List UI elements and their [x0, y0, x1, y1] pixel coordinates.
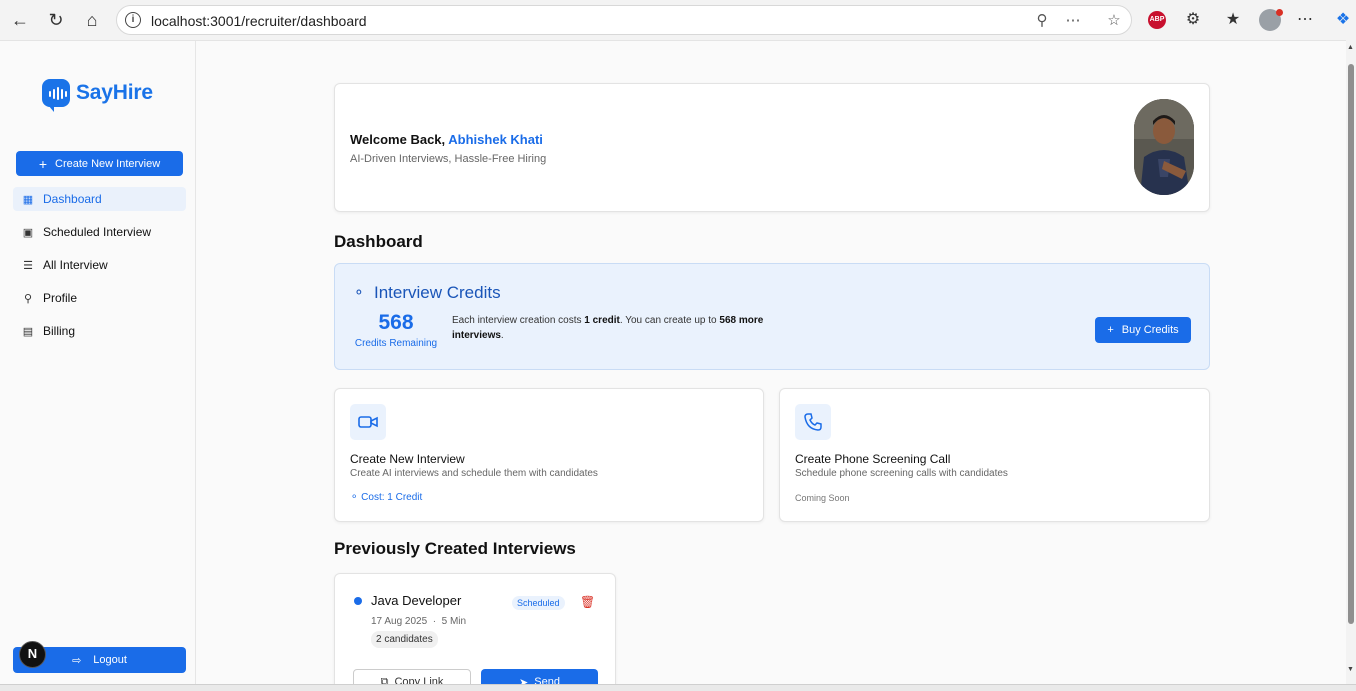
dev-tools-badge[interactable]: N — [19, 641, 46, 668]
welcome-greeting: Welcome Back, Abhishek Khati — [350, 132, 543, 147]
scrollbar-thumb[interactable] — [1348, 64, 1354, 624]
favorites-icon[interactable]: ★ — [1222, 9, 1244, 31]
buy-credits-label: Buy Credits — [1121, 324, 1179, 336]
site-info-icon[interactable]: i — [125, 12, 141, 28]
desc-text: . You can create up to — [619, 315, 720, 326]
create-interview-card[interactable]: Create New Interview Create AI interview… — [334, 388, 764, 522]
more-page-icon[interactable]: ⋯ — [1064, 12, 1082, 30]
welcome-tagline: AI-Driven Interviews, Hassle-Free Hiring — [350, 153, 547, 165]
favorite-star-icon[interactable]: ☆ — [1105, 12, 1123, 30]
coins-icon: ⚬ — [350, 492, 359, 503]
address-bar[interactable]: i localhost:3001/recruiter/dashboard ⚲ ⋯… — [116, 5, 1132, 35]
user-name: Abhishek Khati — [448, 132, 543, 147]
horizontal-scrollbar — [0, 684, 1356, 691]
plus-icon: + — [1107, 324, 1114, 336]
sidebar-item-dashboard[interactable]: ▦ Dashboard — [13, 187, 186, 211]
status-dot — [354, 597, 362, 605]
avatar-photo — [1134, 99, 1194, 195]
credits-panel: ⚬ Interview Credits 568 Credits Remainin… — [334, 263, 1210, 370]
sidebar-menu: ▦ Dashboard ▣ Scheduled Interview ☰ All … — [13, 187, 186, 352]
address-bar-url[interactable]: localhost:3001/recruiter/dashboard — [151, 13, 367, 29]
sidebar: SayHire + Create New Interview ▦ Dashboa… — [0, 41, 196, 685]
logo[interactable]: SayHire — [42, 79, 153, 112]
candidates-badge: 2 candidates — [371, 631, 438, 648]
avatar[interactable] — [1134, 99, 1194, 195]
coins-icon: ⚬ — [353, 284, 365, 300]
dashboard-heading: Dashboard — [334, 232, 423, 251]
logout-icon: ⇨ — [72, 654, 82, 667]
status-badge: Scheduled — [512, 596, 565, 610]
reload-icon[interactable]: ↻ — [44, 8, 68, 32]
phone-screening-card[interactable]: Create Phone Screening Call Schedule pho… — [779, 388, 1210, 522]
app-root: SayHire + Create New Interview ▦ Dashboa… — [0, 40, 1346, 691]
sidebar-item-label: Dashboard — [43, 192, 102, 206]
extensions-icon[interactable]: ⚙ — [1182, 9, 1204, 31]
create-button-label: Create New Interview — [55, 157, 161, 170]
wallet-icon: ▤ — [22, 325, 34, 338]
credits-description: Each interview creation costs 1 credit. … — [452, 313, 792, 343]
interview-card[interactable]: Java Developer Scheduled 🗑 17 Aug 2025 ·… — [334, 573, 616, 691]
feature-description: Schedule phone screening calls with cand… — [795, 468, 1008, 479]
feature-cost-text: Cost: 1 Credit — [361, 492, 423, 503]
copilot-icon[interactable]: ❖ — [1332, 9, 1354, 31]
interview-title: Java Developer — [371, 593, 462, 608]
settings-more-icon[interactable]: ⋯ — [1294, 9, 1316, 31]
desc-text: . — [500, 330, 504, 341]
sidebar-item-label: All Interview — [43, 258, 108, 272]
sidebar-item-label: Billing — [43, 324, 76, 338]
scrollbar[interactable]: ▲ ▼ — [1346, 40, 1356, 684]
feature-title: Create New Interview — [350, 452, 465, 466]
buy-credits-button[interactable]: + Buy Credits — [1095, 317, 1191, 343]
plus-icon: + — [38, 155, 48, 172]
calendar-icon: ▣ — [22, 226, 34, 239]
interview-meta: 17 Aug 2025 · 5 Min — [371, 616, 466, 627]
scroll-up-icon[interactable]: ▲ — [1347, 44, 1354, 51]
logo-text: SayHire — [76, 81, 153, 104]
scroll-down-icon[interactable]: ▼ — [1347, 666, 1354, 673]
list-icon: ☰ — [23, 259, 33, 272]
video-icon — [350, 404, 386, 440]
sidebar-item-all-interview[interactable]: ☰ All Interview — [13, 253, 186, 277]
sidebar-item-profile[interactable]: ⚲ Profile — [13, 286, 186, 310]
interview-date: 17 Aug 2025 — [371, 616, 428, 627]
credits-remaining-label: Credits Remaining — [354, 338, 438, 349]
notification-dot — [1276, 9, 1283, 16]
grid-icon: ▦ — [22, 193, 34, 206]
sidebar-item-label: Profile — [43, 291, 78, 305]
logout-label: Logout — [93, 654, 127, 666]
browser-toolbar: ← ↻ ⌂ i localhost:3001/recruiter/dashboa… — [0, 0, 1356, 40]
meta-separator: · — [429, 616, 439, 627]
feature-cost: ⚬ Cost: 1 Credit — [350, 492, 422, 503]
zoom-icon[interactable]: ⚲ — [1033, 12, 1051, 30]
sidebar-item-scheduled-interview[interactable]: ▣ Scheduled Interview — [13, 220, 186, 244]
sidebar-item-billing[interactable]: ▤ Billing — [13, 319, 186, 343]
sidebar-item-label: Scheduled Interview — [43, 225, 152, 239]
create-new-interview-button[interactable]: + Create New Interview — [16, 151, 183, 176]
previous-interviews-heading: Previously Created Interviews — [334, 539, 576, 558]
home-icon[interactable]: ⌂ — [80, 8, 104, 32]
back-icon[interactable]: ← — [8, 8, 32, 32]
welcome-card: Welcome Back, Abhishek Khati AI-Driven I… — [334, 83, 1210, 212]
feature-description: Create AI interviews and schedule them w… — [350, 468, 598, 479]
credits-remaining-count: 568 — [378, 311, 414, 334]
credits-title: Interview Credits — [374, 283, 501, 302]
trash-icon[interactable]: 🗑 — [580, 595, 595, 609]
greeting-text: Welcome Back, — [350, 132, 446, 147]
phone-icon — [795, 404, 831, 440]
user-icon: ⚲ — [23, 292, 33, 305]
adblock-icon[interactable]: ABP — [1148, 11, 1166, 29]
coming-soon-label: Coming Soon — [795, 493, 850, 503]
desc-cost: 1 credit — [584, 315, 620, 326]
interview-duration: 5 Min — [441, 616, 467, 627]
logo-mark-icon — [42, 79, 70, 112]
feature-title: Create Phone Screening Call — [795, 452, 951, 466]
desc-text: Each interview creation costs — [452, 315, 585, 326]
